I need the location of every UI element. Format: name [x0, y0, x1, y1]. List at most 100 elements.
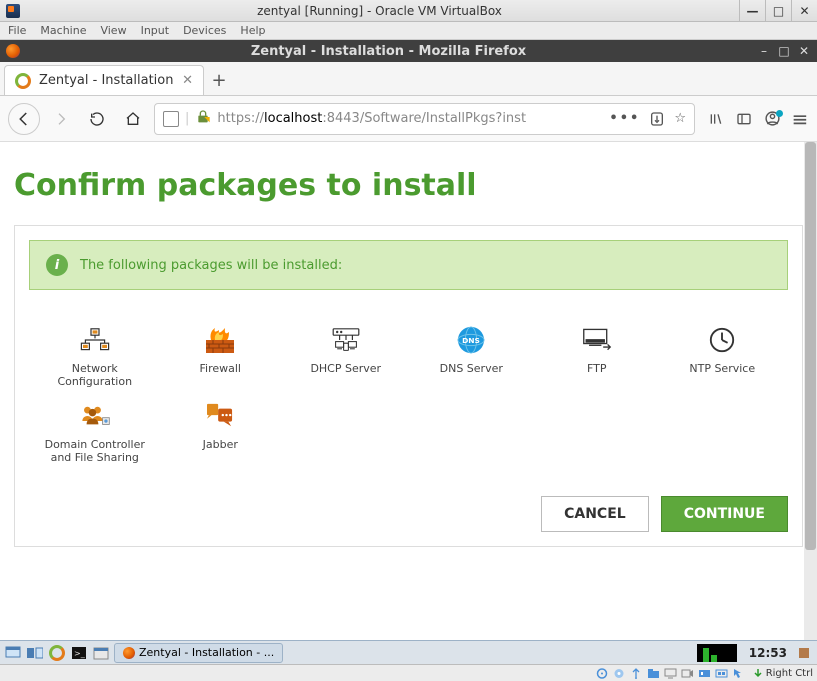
package-label: FTP — [587, 362, 607, 375]
firefox-icon — [6, 44, 20, 58]
page-actions-icon[interactable]: ••• — [609, 111, 640, 126]
workspace-switcher-icon[interactable] — [26, 644, 44, 662]
svg-text:DNS: DNS — [462, 336, 480, 345]
action-buttons: CANCEL CONTINUE — [29, 492, 788, 532]
toolbar-right: ≡ — [707, 110, 809, 128]
package-label: DHCP Server — [310, 362, 381, 375]
package-dhcp: DHCP Server — [288, 326, 404, 388]
tab-close-icon[interactable]: ✕ — [182, 73, 193, 88]
browser-tab[interactable]: Zentyal - Installation ✕ — [4, 65, 204, 95]
home-button[interactable] — [118, 104, 148, 134]
tray-icon[interactable] — [795, 644, 813, 662]
scrollbar-thumb[interactable] — [805, 142, 816, 550]
vbox-window-title: zentyal [Running] - Oracle VM VirtualBox — [20, 4, 739, 18]
firewall-icon — [204, 326, 236, 354]
vbox-statusbar: Right Ctrl — [0, 664, 817, 681]
vbox-menu-machine[interactable]: Machine — [40, 24, 86, 37]
packages-grid: Network Configuration Firewall DHCP Serv… — [29, 290, 788, 492]
vbox-network-status-icon[interactable] — [715, 667, 729, 679]
dhcp-icon — [330, 326, 362, 354]
firefox-tab-strip: Zentyal - Installation ✕ + — [0, 62, 817, 96]
continue-button[interactable]: CONTINUE — [661, 496, 788, 532]
vbox-menu-input[interactable]: Input — [141, 24, 169, 37]
cancel-button[interactable]: CANCEL — [541, 496, 649, 532]
guest-taskbar: >_ Zentyal - Installation - ... 12:53 — [0, 640, 817, 664]
reader-mode-icon[interactable] — [648, 110, 666, 128]
info-banner: i The following packages will be install… — [29, 240, 788, 290]
vbox-hdd-icon[interactable] — [596, 667, 610, 679]
cpu-monitor-icon[interactable] — [697, 644, 737, 662]
domain-users-icon — [79, 402, 111, 430]
package-jabber: Jabber — [163, 402, 279, 464]
back-button[interactable] — [8, 103, 40, 135]
package-network: Network Configuration — [37, 326, 153, 388]
vbox-audio-icon[interactable] — [698, 667, 712, 679]
terminal-icon[interactable]: >_ — [70, 644, 88, 662]
vbox-display-icon[interactable] — [664, 667, 678, 679]
vbox-minimize-button[interactable]: — — [739, 0, 765, 22]
package-firewall: Firewall — [163, 326, 279, 388]
network-icon — [79, 326, 111, 354]
vbox-recording-icon[interactable] — [681, 667, 695, 679]
info-icon: i — [46, 254, 68, 276]
vbox-optical-icon[interactable] — [613, 667, 627, 679]
firefox-nav-toolbar: | https://localhost:8443/Software/Instal… — [0, 96, 817, 142]
security-warning-icon[interactable] — [195, 109, 211, 129]
package-label: Firewall — [200, 362, 241, 375]
svg-text:>_: >_ — [74, 649, 86, 658]
site-info-icon[interactable] — [163, 111, 179, 127]
new-tab-button[interactable]: + — [204, 65, 234, 95]
package-domain: Domain Controller and File Sharing — [37, 402, 153, 464]
vbox-hostkey-indicator[interactable]: Right Ctrl — [753, 668, 813, 679]
firefox-maximize-button[interactable]: □ — [777, 44, 791, 58]
page-scrollbar[interactable] — [804, 142, 817, 640]
guest-screen: Zentyal - Installation - Mozilla Firefox… — [0, 40, 817, 664]
show-desktop-icon[interactable] — [4, 644, 22, 662]
forward-button[interactable] — [46, 104, 76, 134]
vbox-shared-folder-icon[interactable] — [647, 667, 661, 679]
firefox-window-title: Zentyal - Installation - Mozilla Firefox — [20, 44, 757, 59]
package-label: Domain Controller and File Sharing — [37, 438, 153, 464]
vbox-menu-devices[interactable]: Devices — [183, 24, 226, 37]
vbox-close-button[interactable]: ✕ — [791, 0, 817, 22]
vbox-menu-help[interactable]: Help — [240, 24, 265, 37]
firefox-close-button[interactable]: ✕ — [797, 44, 811, 58]
zentyal-favicon — [15, 73, 31, 89]
vbox-maximize-button[interactable]: □ — [765, 0, 791, 22]
reload-button[interactable] — [82, 104, 112, 134]
install-card: i The following packages will be install… — [14, 225, 803, 547]
package-label: Network Configuration — [37, 362, 153, 388]
firefox-titlebar[interactable]: Zentyal - Installation - Mozilla Firefox… — [0, 40, 817, 62]
taskbar-clock[interactable]: 12:53 — [745, 646, 791, 660]
firefox-minimize-button[interactable]: – — [757, 44, 771, 58]
package-label: DNS Server — [440, 362, 503, 375]
vbox-mouse-icon[interactable] — [732, 667, 746, 679]
account-icon[interactable] — [763, 110, 781, 128]
vbox-menubar: File Machine View Input Devices Help — [0, 22, 817, 40]
tab-title: Zentyal - Installation — [39, 73, 173, 88]
package-ftp: FTP — [539, 326, 655, 388]
task-label: Zentyal - Installation - ... — [139, 646, 274, 659]
vbox-titlebar[interactable]: zentyal [Running] - Oracle VM VirtualBox… — [0, 0, 817, 22]
zentyal-launcher-icon[interactable] — [48, 644, 66, 662]
bookmark-star-icon[interactable]: ☆ — [674, 111, 686, 126]
vbox-menu-view[interactable]: View — [100, 24, 126, 37]
ftp-icon — [581, 326, 613, 354]
files-icon[interactable] — [92, 644, 110, 662]
url-bar[interactable]: | https://localhost:8443/Software/Instal… — [154, 103, 695, 135]
banner-text: The following packages will be installed… — [80, 258, 342, 273]
vbox-usb-icon[interactable] — [630, 667, 644, 679]
jabber-icon — [204, 402, 236, 430]
ntp-clock-icon — [706, 326, 738, 354]
page-viewport: Confirm packages to install i The follow… — [0, 142, 817, 640]
package-dns: DNS DNS Server — [414, 326, 530, 388]
virtualbox-icon — [6, 4, 20, 18]
url-text: https://localhost:8443/Software/InstallP… — [217, 111, 526, 126]
sidebar-icon[interactable] — [735, 110, 753, 128]
library-icon[interactable] — [707, 110, 725, 128]
package-label: NTP Service — [689, 362, 755, 375]
vbox-menu-file[interactable]: File — [8, 24, 26, 37]
hamburger-menu-icon[interactable]: ≡ — [791, 110, 809, 128]
taskbar-firefox-task[interactable]: Zentyal - Installation - ... — [114, 643, 283, 663]
package-ntp: NTP Service — [665, 326, 781, 388]
